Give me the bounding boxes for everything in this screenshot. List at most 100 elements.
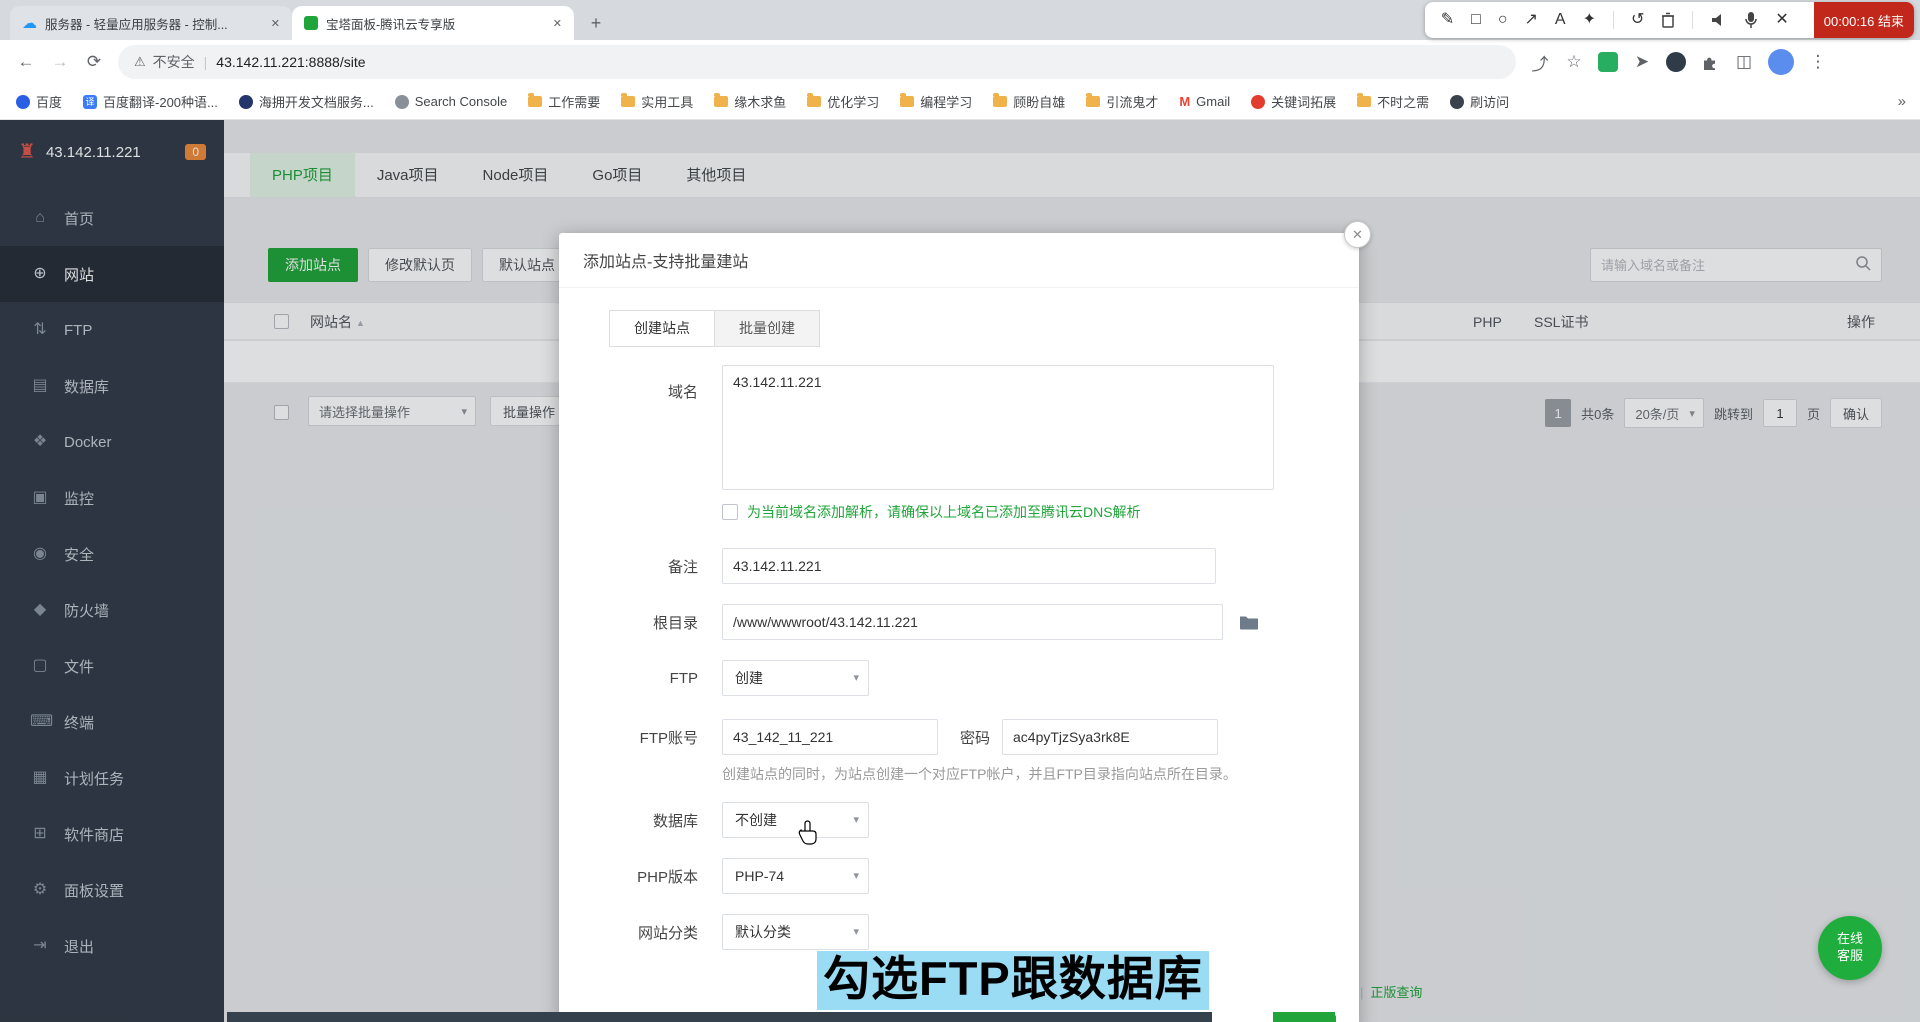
database-select[interactable]: 不创建 ▾ — [722, 802, 869, 838]
bookmark-label: 刷访问 — [1470, 92, 1509, 111]
back-icon[interactable]: ← — [10, 46, 42, 78]
translate-extension-icon[interactable] — [1598, 52, 1618, 72]
root-dir-input[interactable] — [722, 604, 1223, 640]
bookmark-search-console[interactable]: Search Console — [395, 94, 508, 109]
bookmarks-bar: 百度 百度翻译-200种语... 海拥开发文档服务... Search Cons… — [0, 84, 1920, 120]
bookmarks-overflow-icon[interactable]: » — [1898, 93, 1906, 110]
root-dir-row: 根目录 — [559, 604, 1359, 640]
screen: ☁ 服务器 - 轻量应用服务器 - 控制... ✕ 宝塔面板-腾讯云专享版 ✕ … — [0, 0, 1920, 1022]
bookmark-haiyong[interactable]: 海拥开发文档服务... — [239, 92, 374, 111]
browser-tab-baota[interactable]: 宝塔面板-腾讯云专享版 ✕ — [292, 6, 574, 40]
bookmark-folder-yinliu[interactable]: 引流鬼才 — [1086, 92, 1158, 111]
extension-badge-icon[interactable] — [1666, 52, 1686, 72]
close-tab-icon[interactable]: ✕ — [269, 15, 282, 32]
bookmark-folder-bushizhixu[interactable]: 不时之需 — [1357, 92, 1429, 111]
baota-page: ♜ 43.142.11.221 0 ⌂首页 ⊕网站 ⇅FTP ▤数据库 ❖Doc… — [0, 120, 1920, 1022]
undo-icon[interactable]: ↺ — [1631, 12, 1644, 28]
menu-dots-icon[interactable]: ⋮ — [1802, 46, 1834, 78]
bookmark-label: 顾盼自雄 — [1013, 92, 1065, 111]
bookmark-label: 优化学习 — [827, 92, 879, 111]
close-recorder-icon[interactable]: ✕ — [1775, 12, 1788, 28]
toolbar-divider — [1613, 11, 1614, 29]
laser-tool-icon[interactable]: ✦ — [1583, 12, 1596, 28]
share-icon[interactable]: ⤴ — [1524, 46, 1556, 78]
forward-icon[interactable]: → — [44, 46, 76, 78]
browser-chrome: ☁ 服务器 - 轻量应用服务器 - 控制... ✕ 宝塔面板-腾讯云专享版 ✕ … — [0, 0, 1920, 120]
browser-tab-strip: ☁ 服务器 - 轻量应用服务器 - 控制... ✕ 宝塔面板-腾讯云专享版 ✕ … — [0, 0, 1920, 40]
bookmark-keywords[interactable]: 关键词拓展 — [1251, 92, 1336, 111]
address-bar[interactable]: ⚠ 不安全 | 43.142.11.221:8888/site — [118, 45, 1516, 79]
browser-tab-server[interactable]: ☁ 服务器 - 轻量应用服务器 - 控制... ✕ — [10, 6, 292, 40]
baidu-icon — [16, 95, 30, 109]
bookmark-shuafangwen[interactable]: 刷访问 — [1450, 92, 1509, 111]
modal-title: 添加站点-支持批量建站 — [583, 248, 748, 272]
remark-row: 备注 — [559, 548, 1359, 584]
split-view-icon[interactable]: ◫ — [1728, 46, 1760, 78]
bookmark-folder-youhua[interactable]: 优化学习 — [807, 92, 879, 111]
bookmark-label: 关键词拓展 — [1271, 92, 1336, 111]
pencil-tool-icon[interactable]: ✎ — [1441, 12, 1454, 28]
security-label: 不安全 — [153, 52, 195, 72]
trash-icon[interactable] — [1661, 12, 1675, 28]
bookmark-folder-work[interactable]: 工作需要 — [528, 92, 600, 111]
profile-avatar[interactable] — [1768, 49, 1794, 75]
ftp-password-label: 密码 — [960, 727, 990, 748]
remark-input[interactable] — [722, 548, 1216, 584]
rectangle-tool-icon[interactable]: □ — [1471, 12, 1481, 28]
tab-create-site[interactable]: 创建站点 — [609, 310, 715, 347]
bookmark-baidu[interactable]: 百度 — [16, 92, 62, 111]
folder-icon — [1357, 96, 1371, 107]
new-tab-button[interactable]: + — [582, 9, 610, 37]
mouse-cursor — [797, 820, 817, 851]
microphone-icon[interactable] — [1744, 11, 1758, 29]
ftp-help-row: 创建站点的同时，为站点创建一个对应FTP帐户，并且FTP目录指向站点所在目录。 — [559, 764, 1359, 784]
bookmark-folder-biancheng[interactable]: 编程学习 — [900, 92, 972, 111]
ftp-select[interactable]: 创建 ▾ — [722, 660, 869, 696]
translate-icon — [83, 95, 97, 109]
bookmark-folder-gupan[interactable]: 顾盼自雄 — [993, 92, 1065, 111]
bookmark-folder-yuanmu[interactable]: 缘木求鱼 — [714, 92, 786, 111]
ellipse-tool-icon[interactable]: ○ — [1498, 12, 1508, 28]
not-secure-icon: ⚠ — [134, 54, 146, 70]
remark-label: 备注 — [559, 556, 698, 577]
ftp-row: FTP 创建 ▾ — [559, 660, 1359, 696]
database-label: 数据库 — [559, 810, 698, 831]
refresh-icon[interactable]: ⟳ — [78, 46, 110, 78]
browser-nav-row: ← → ⟳ ⚠ 不安全 | 43.142.11.221:8888/site ⤴ … — [0, 40, 1920, 84]
site-icon — [239, 95, 253, 109]
extensions-puzzle-icon[interactable] — [1694, 46, 1726, 78]
speaker-icon[interactable] — [1710, 12, 1727, 28]
cloud-favicon: ☁ — [22, 16, 37, 31]
folder-icon — [621, 96, 635, 107]
ftp-label: FTP — [559, 670, 698, 687]
domain-label: 域名 — [559, 365, 698, 402]
arrow-tool-icon[interactable]: ↗ — [1524, 12, 1537, 28]
ftp-account-label: FTP账号 — [559, 727, 698, 748]
recording-timer[interactable]: 00:00:16 结束 — [1814, 2, 1914, 38]
domain-textarea[interactable]: 43.142.11.221 — [722, 365, 1274, 490]
bookmark-fanyi[interactable]: 百度翻译-200种语... — [83, 92, 218, 111]
bookmark-gmail[interactable]: Gmail — [1179, 94, 1230, 109]
text-tool-icon[interactable]: A — [1555, 12, 1566, 28]
php-version-select[interactable]: PHP-74 ▾ — [722, 858, 869, 894]
bookmark-label: 百度翻译-200种语... — [103, 92, 218, 111]
folder-browse-icon[interactable] — [1233, 606, 1265, 638]
tab-batch-create[interactable]: 批量创建 — [714, 310, 820, 347]
bookmark-label: 实用工具 — [641, 92, 693, 111]
site-icon — [1251, 95, 1265, 109]
bookmark-label: 百度 — [36, 92, 62, 111]
dns-resolve-checkbox[interactable] — [722, 504, 738, 520]
bookmark-folder-tools[interactable]: 实用工具 — [621, 92, 693, 111]
close-tab-icon[interactable]: ✕ — [551, 15, 564, 32]
ftp-password-input[interactable] — [1002, 719, 1218, 755]
ftp-account-input[interactable] — [722, 719, 938, 755]
cursor-extension-icon[interactable]: ➤ — [1626, 46, 1658, 78]
ftp-help-text: 创建站点的同时，为站点创建一个对应FTP帐户，并且FTP目录指向站点所在目录。 — [722, 764, 1237, 784]
modal-close-button[interactable]: ✕ — [1344, 221, 1371, 248]
url-text: 43.142.11.221:8888/site — [216, 54, 365, 70]
bookmark-label: 工作需要 — [548, 92, 600, 111]
bookmark-label: 引流鬼才 — [1106, 92, 1158, 111]
bookmark-star-icon[interactable]: ☆ — [1558, 46, 1590, 78]
online-support-badge[interactable]: 在线客服 — [1818, 916, 1882, 980]
php-version-row: PHP版本 PHP-74 ▾ — [559, 858, 1359, 894]
